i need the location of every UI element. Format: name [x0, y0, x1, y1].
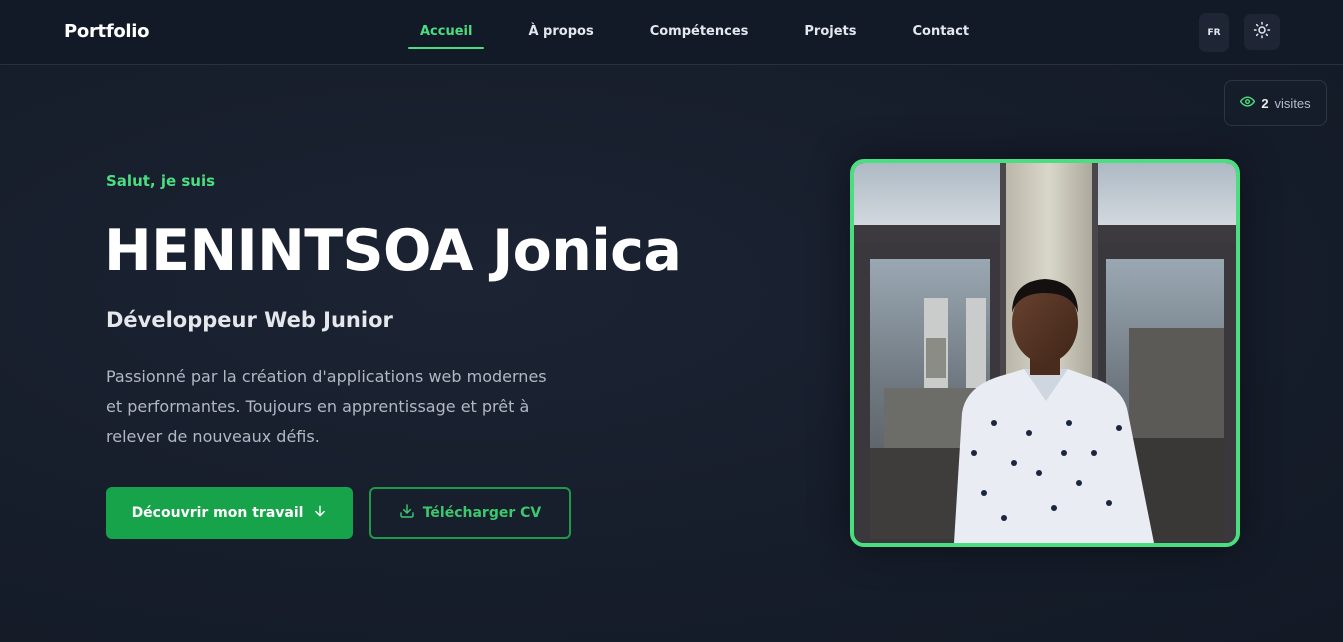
nav-link-competences[interactable]: Compétences [638, 0, 761, 64]
hero-description: Passionné par la création d'applications… [106, 367, 547, 446]
download-icon [399, 503, 415, 523]
hero-role: Développeur Web Junior [106, 308, 393, 332]
hero-name: HENINTSOA Jonica [104, 218, 682, 284]
profile-photo [850, 159, 1240, 547]
download-cv-label: Télécharger CV [422, 505, 542, 521]
theme-toggle-button[interactable] [1244, 14, 1280, 50]
visit-counter: 2 visites [1224, 80, 1327, 126]
arrow-down-icon [313, 504, 327, 522]
profile-photo-illustration [854, 163, 1236, 543]
navbar: Portfolio Accueil À propos Compétences P… [0, 0, 1343, 65]
nav-link-projets[interactable]: Projets [792, 0, 868, 64]
visit-label: visites [1274, 95, 1311, 111]
hero-greeting: Salut, je suis [106, 172, 216, 190]
visit-count: 2 [1261, 95, 1269, 111]
nav-link-contact[interactable]: Contact [900, 0, 981, 64]
download-cv-button[interactable]: Télécharger CV [369, 487, 571, 539]
brand-logo[interactable]: Portfolio [64, 21, 150, 42]
language-toggle-button[interactable]: FR [1199, 13, 1229, 52]
nav-link-accueil[interactable]: Accueil [408, 0, 485, 64]
discover-work-label: Découvrir mon travail [131, 505, 304, 521]
main-nav: Accueil À propos Compétences Projets Con… [408, 0, 1013, 64]
eye-icon [1240, 94, 1256, 112]
nav-link-a-propos[interactable]: À propos [516, 0, 605, 64]
discover-work-button[interactable]: Découvrir mon travail [106, 487, 353, 539]
sun-icon [1253, 21, 1271, 44]
